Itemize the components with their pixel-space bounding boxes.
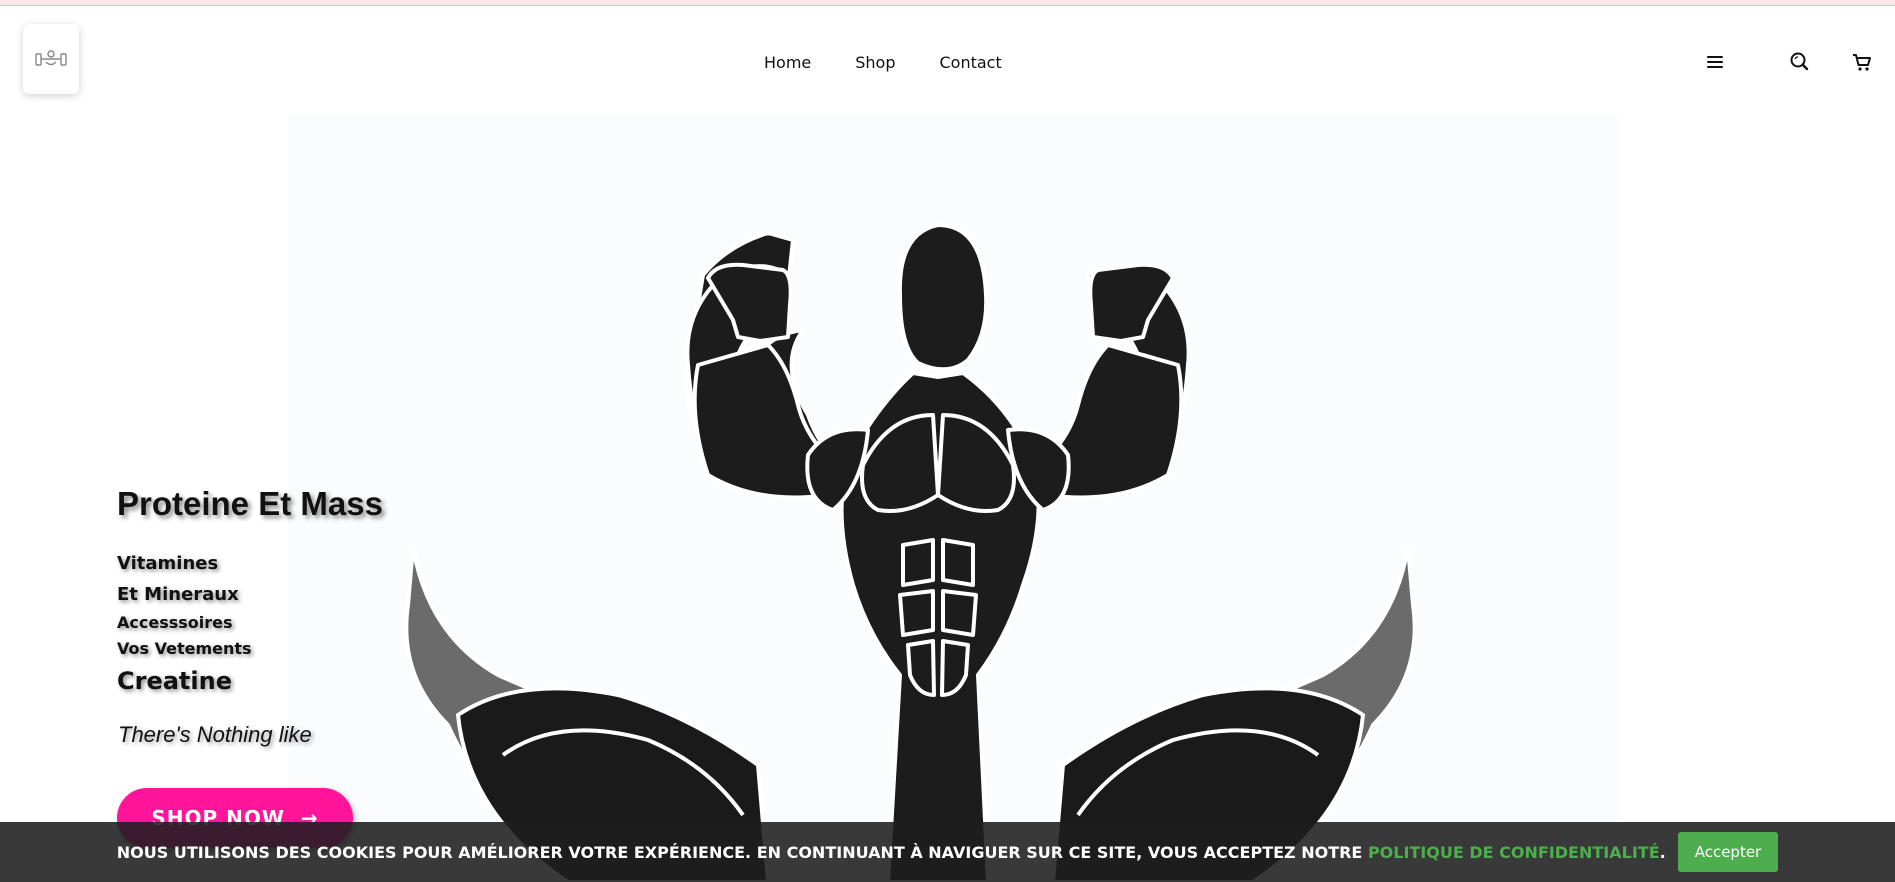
site-header: Home Shop Contact (0, 5, 1895, 115)
main-nav: Home Shop Contact (764, 53, 1002, 72)
nav-contact[interactable]: Contact (940, 53, 1002, 72)
cookie-banner: NOUS UTILISONS DES COOKIES POUR AMÉLIORE… (0, 822, 1895, 882)
privacy-policy-link[interactable]: POLITIQUE DE CONFIDENTIALITÉ (1368, 843, 1660, 862)
dumbbell-logo-icon (35, 50, 67, 66)
site-logo[interactable] (23, 24, 79, 94)
hero-title: Proteine Et Mass (117, 485, 383, 522)
cart-icon[interactable] (1850, 50, 1874, 74)
nav-home[interactable]: Home (764, 53, 811, 72)
cookie-suffix: . (1659, 842, 1666, 862)
cookie-text: NOUS UTILISONS DES COOKIES POUR AMÉLIORE… (116, 842, 1368, 862)
hero-line-accessoires: Accesssoires (117, 613, 233, 632)
hero-line-creatine: Creatine (117, 667, 232, 695)
hero-line-vetements: Vos Vetements (117, 639, 252, 658)
nav-shop[interactable]: Shop (855, 53, 895, 72)
hero-line-vitamines: Vitamines (117, 553, 219, 574)
cookie-message: NOUS UTILISONS DES COOKIES POUR AMÉLIORE… (117, 843, 1666, 862)
menu-icon[interactable] (1703, 50, 1727, 74)
hero-line-mineraux: Et Mineraux (117, 584, 239, 605)
bodybuilder-flexing-silhouette (404, 223, 1417, 882)
hero-banner (288, 115, 1618, 882)
search-icon[interactable] (1787, 50, 1811, 74)
hero-tagline: There's Nothing like (118, 722, 312, 747)
accept-cookies-button[interactable]: Accepter (1677, 832, 1779, 872)
